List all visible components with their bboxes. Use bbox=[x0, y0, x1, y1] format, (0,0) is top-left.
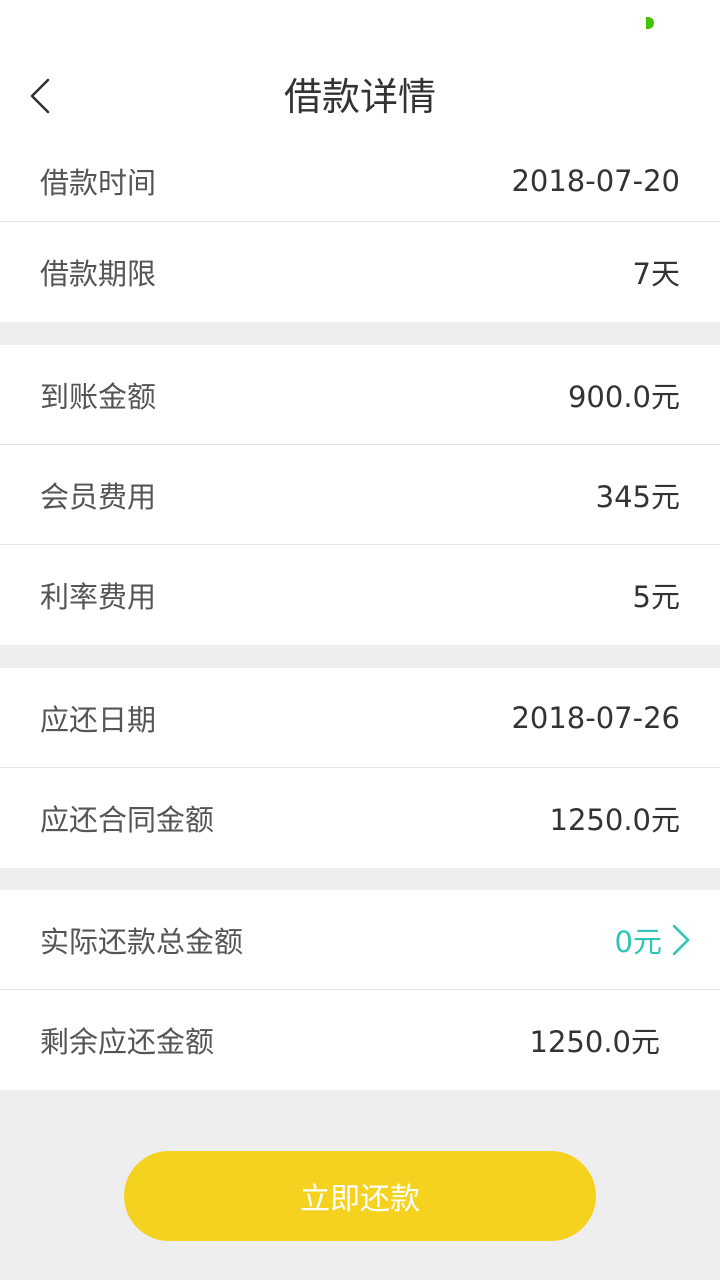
due-date-label: 应还日期 bbox=[40, 702, 157, 737]
pay-now-button[interactable]: 立即还款 bbox=[124, 1151, 596, 1241]
loan-date-label: 借款时间 bbox=[40, 165, 157, 200]
interest-fee-value: 5元 bbox=[632, 580, 680, 614]
remaining-amount-value: 1250.0元 bbox=[529, 1025, 660, 1059]
page-title: 借款详情 bbox=[283, 75, 436, 119]
status-bar bbox=[0, 0, 720, 48]
chevron-right-icon[interactable] bbox=[670, 923, 692, 957]
row-due-date: 应还日期 2018-07-26 bbox=[0, 668, 720, 768]
header: 借款详情 bbox=[0, 48, 720, 140]
status-indicator-icon bbox=[646, 17, 654, 29]
actual-repayment-label: 实际还款总金额 bbox=[40, 924, 244, 959]
row-membership-fee: 会员费用 345元 bbox=[0, 445, 720, 545]
interest-fee-label: 利率费用 bbox=[40, 580, 157, 614]
row-received-amount: 到账金额 900.0元 bbox=[0, 345, 720, 445]
due-group: 应还日期 2018-07-26 应还合同金额 1250.0元 bbox=[0, 668, 720, 868]
row-interest-fee: 利率费用 5元 bbox=[0, 545, 720, 645]
loan-date-value: 2018-07-20 bbox=[511, 163, 680, 198]
row-actual-repayment[interactable]: 实际还款总金额 0元 bbox=[0, 890, 720, 990]
contract-amount-label: 应还合同金额 bbox=[40, 803, 215, 837]
row-loan-date: 借款时间 2018-07-20 bbox=[0, 140, 720, 222]
received-amount-label: 到账金额 bbox=[40, 379, 157, 414]
repayment-group: 实际还款总金额 0元 剩余应还金额 1250.0元 bbox=[0, 890, 720, 1090]
contract-amount-value: 1250.0元 bbox=[549, 803, 680, 837]
membership-fee-label: 会员费用 bbox=[40, 479, 157, 514]
fee-group: 到账金额 900.0元 会员费用 345元 利率费用 5元 bbox=[0, 345, 720, 645]
loan-info-group: 借款时间 2018-07-20 借款期限 7天 bbox=[0, 140, 720, 322]
loan-term-value: 7天 bbox=[632, 257, 680, 291]
row-contract-amount: 应还合同金额 1250.0元 bbox=[0, 768, 720, 868]
due-date-value: 2018-07-26 bbox=[511, 700, 680, 735]
received-amount-value: 900.0元 bbox=[567, 379, 680, 414]
actual-repayment-value[interactable]: 0元 bbox=[615, 919, 662, 961]
row-loan-term: 借款期限 7天 bbox=[0, 222, 720, 322]
membership-fee-value: 345元 bbox=[595, 479, 680, 514]
row-remaining-amount: 剩余应还金额 1250.0元 bbox=[0, 990, 720, 1090]
loan-term-label: 借款期限 bbox=[40, 257, 157, 291]
remaining-amount-label: 剩余应还金额 bbox=[40, 1025, 215, 1059]
